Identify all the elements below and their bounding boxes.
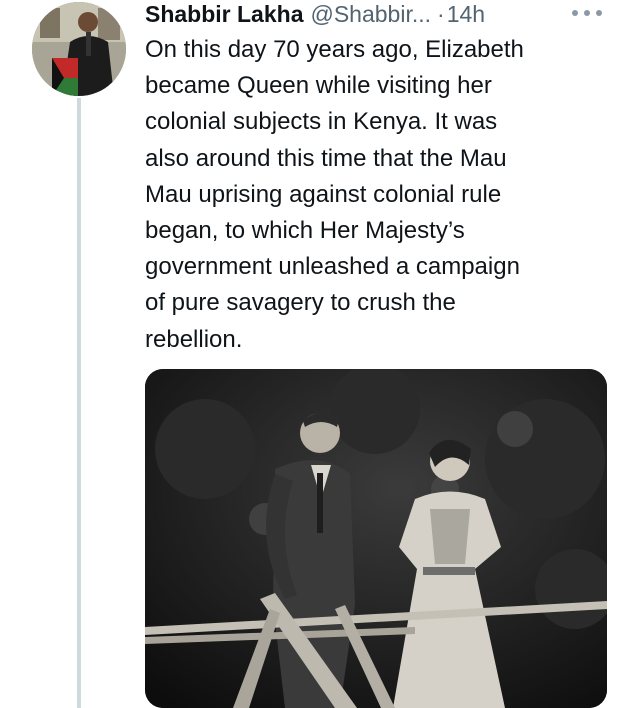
photo-content (145, 369, 607, 708)
thread-line (77, 98, 81, 708)
tweet-header: Shabbir Lakha @Shabbir... · 14h (145, 0, 485, 28)
tweet-photo[interactable] (145, 369, 607, 708)
separator: · (437, 0, 445, 27)
author-name[interactable]: Shabbir Lakha (145, 1, 303, 28)
avatar-photo (32, 2, 126, 96)
avatar[interactable] (32, 2, 126, 96)
timestamp[interactable]: 14h (447, 1, 485, 28)
tweet-text: On this day 70 years ago, Elizabeth beca… (145, 36, 524, 353)
author-handle[interactable]: @Shabbir... (310, 1, 431, 28)
more-options-icon[interactable] (568, 6, 606, 20)
